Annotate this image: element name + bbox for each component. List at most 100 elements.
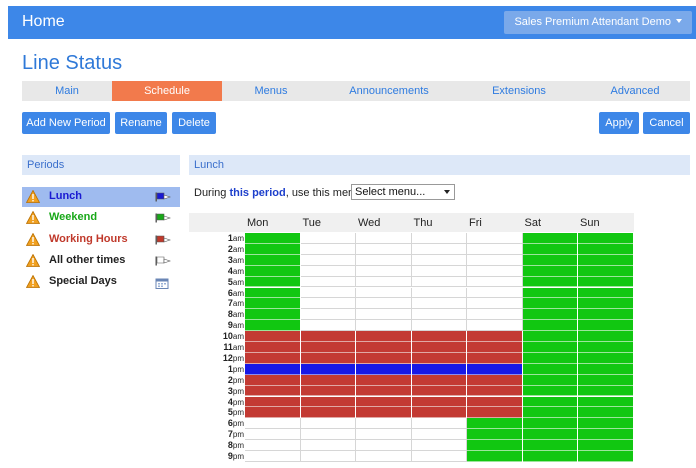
schedule-cell[interactable] xyxy=(356,407,411,418)
schedule-cell[interactable] xyxy=(467,429,522,440)
schedule-cell[interactable] xyxy=(411,451,467,462)
home-title[interactable]: Home xyxy=(22,13,65,31)
schedule-cell[interactable] xyxy=(356,254,412,266)
schedule-cell[interactable] xyxy=(467,352,522,363)
schedule-cell[interactable] xyxy=(300,396,355,407)
schedule-cell[interactable] xyxy=(578,320,633,331)
schedule-cell[interactable] xyxy=(300,451,356,462)
schedule-cell[interactable] xyxy=(522,451,577,461)
schedule-cell[interactable] xyxy=(522,276,577,287)
tab-menus[interactable]: Menus xyxy=(222,81,320,101)
schedule-cell[interactable] xyxy=(522,352,577,363)
cancel-button[interactable]: Cancel xyxy=(643,112,690,134)
schedule-cell[interactable] xyxy=(522,374,577,385)
schedule-cell[interactable] xyxy=(467,320,523,332)
schedule-cell[interactable] xyxy=(578,385,633,396)
schedule-cell[interactable] xyxy=(300,265,356,277)
schedule-cell[interactable] xyxy=(578,363,633,374)
schedule-cell[interactable] xyxy=(578,396,633,407)
schedule-cell[interactable] xyxy=(578,298,633,309)
schedule-cell[interactable] xyxy=(245,309,300,320)
schedule-cell[interactable] xyxy=(245,320,300,331)
schedule-cell[interactable] xyxy=(300,374,355,385)
schedule-cell[interactable] xyxy=(300,407,355,418)
delete-button[interactable]: Delete xyxy=(172,112,216,134)
schedule-cell[interactable] xyxy=(578,418,633,429)
schedule-cell[interactable] xyxy=(578,429,633,440)
period-item[interactable]: Lunch xyxy=(22,187,180,207)
schedule-cell[interactable] xyxy=(522,320,577,331)
schedule-cell[interactable] xyxy=(467,265,523,277)
schedule-cell[interactable] xyxy=(467,363,522,374)
schedule-cell[interactable] xyxy=(578,233,633,243)
schedule-cell[interactable] xyxy=(245,287,300,298)
schedule-cell[interactable] xyxy=(356,396,411,407)
schedule-cell[interactable] xyxy=(300,254,356,266)
schedule-cell[interactable] xyxy=(245,243,300,254)
schedule-cell[interactable] xyxy=(522,309,577,320)
schedule-cell[interactable] xyxy=(578,265,633,276)
schedule-cell[interactable] xyxy=(467,276,523,288)
schedule-cell[interactable] xyxy=(467,385,522,396)
schedule-cell[interactable] xyxy=(356,429,412,441)
schedule-cell[interactable] xyxy=(245,331,300,341)
schedule-cell[interactable] xyxy=(356,342,411,352)
schedule-cell[interactable] xyxy=(522,254,577,265)
schedule-cell[interactable] xyxy=(245,451,301,462)
period-item[interactable]: Special Days xyxy=(22,272,180,292)
schedule-cell[interactable] xyxy=(356,331,411,341)
schedule-cell[interactable] xyxy=(245,298,300,309)
schedule-cell[interactable] xyxy=(467,342,522,352)
schedule-cell[interactable] xyxy=(411,407,466,418)
schedule-cell[interactable] xyxy=(411,342,466,352)
schedule-cell[interactable] xyxy=(522,287,577,298)
schedule-cell[interactable] xyxy=(411,440,467,451)
schedule-cell[interactable] xyxy=(522,342,577,352)
schedule-cell[interactable] xyxy=(411,309,467,321)
schedule-cell[interactable] xyxy=(245,265,300,276)
add-new-period-button[interactable]: Add New Period xyxy=(22,112,110,134)
schedule-cell[interactable] xyxy=(356,320,412,332)
tab-extensions[interactable]: Extensions xyxy=(458,81,580,101)
schedule-cell[interactable] xyxy=(411,254,467,266)
schedule-cell[interactable] xyxy=(300,298,356,310)
schedule-cell[interactable] xyxy=(411,363,466,374)
schedule-cell[interactable] xyxy=(578,276,633,287)
schedule-cell[interactable] xyxy=(300,243,356,255)
schedule-cell[interactable] xyxy=(300,385,355,396)
schedule-cell[interactable] xyxy=(356,440,412,451)
schedule-cell[interactable] xyxy=(300,276,356,288)
schedule-cell[interactable] xyxy=(245,254,300,265)
schedule-cell[interactable] xyxy=(245,429,301,441)
schedule-cell[interactable] xyxy=(467,331,522,341)
schedule-cell[interactable] xyxy=(578,243,633,254)
apply-button[interactable]: Apply xyxy=(599,112,639,134)
schedule-cell[interactable] xyxy=(411,374,466,385)
schedule-cell[interactable] xyxy=(522,385,577,396)
schedule-cell[interactable] xyxy=(522,407,577,418)
tab-main[interactable]: Main xyxy=(22,81,112,101)
schedule-cell[interactable] xyxy=(467,407,522,418)
schedule-cell[interactable] xyxy=(411,233,467,244)
schedule-cell[interactable] xyxy=(300,352,355,363)
tab-schedule[interactable]: Schedule xyxy=(112,81,222,101)
schedule-cell[interactable] xyxy=(245,385,300,396)
schedule-cell[interactable] xyxy=(467,233,523,244)
schedule-cell[interactable] xyxy=(522,243,577,254)
schedule-cell[interactable] xyxy=(522,440,577,450)
schedule-cell[interactable] xyxy=(356,265,412,277)
schedule-cell[interactable] xyxy=(467,298,523,310)
schedule-cell[interactable] xyxy=(522,396,577,407)
schedule-cell[interactable] xyxy=(411,385,466,396)
schedule-cell[interactable] xyxy=(245,374,300,385)
schedule-cell[interactable] xyxy=(356,309,412,321)
schedule-cell[interactable] xyxy=(578,407,633,418)
account-dropdown-button[interactable]: Sales Premium Attendant Demo xyxy=(504,11,692,34)
period-item[interactable]: All other times xyxy=(22,251,180,271)
schedule-cell[interactable] xyxy=(356,233,412,244)
schedule-cell[interactable] xyxy=(411,265,467,277)
schedule-cell[interactable] xyxy=(578,287,633,298)
schedule-cell[interactable] xyxy=(356,374,411,385)
schedule-cell[interactable] xyxy=(411,331,466,341)
schedule-cell[interactable] xyxy=(300,342,355,352)
